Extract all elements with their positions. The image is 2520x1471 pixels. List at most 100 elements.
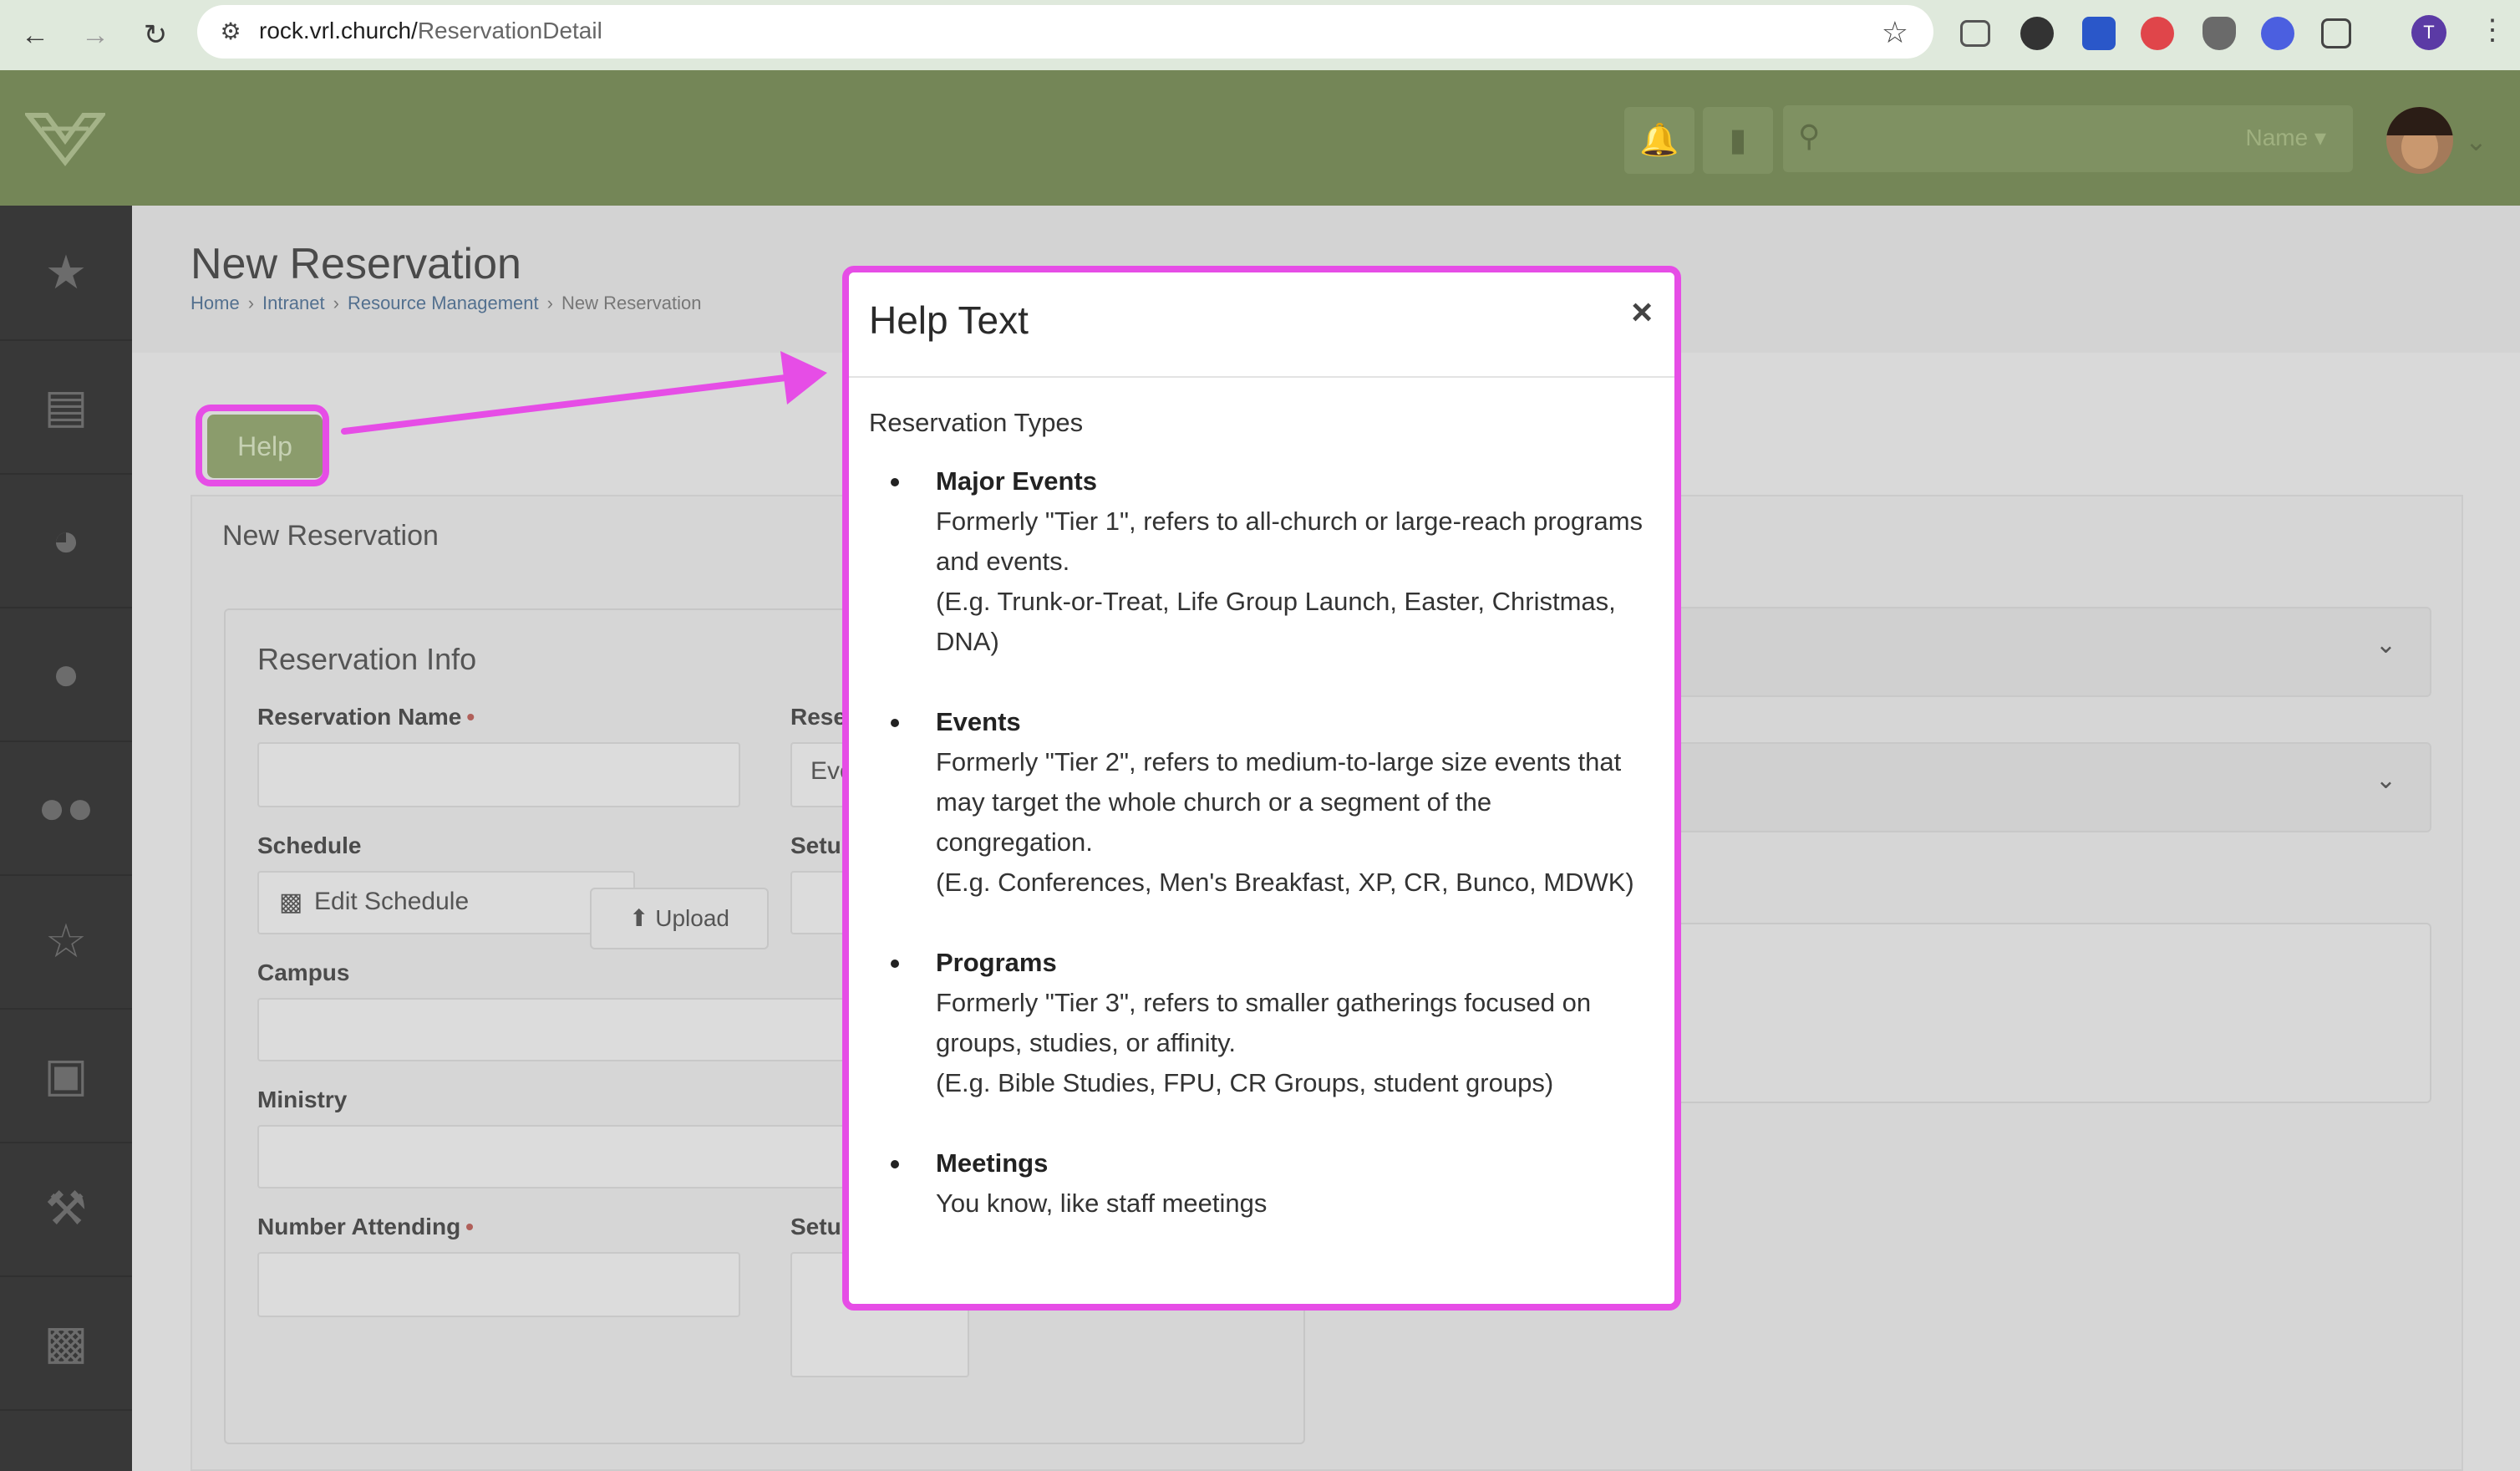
type-description: Formerly "Tier 1", refers to all-church … <box>936 506 1644 576</box>
number-attending-label: Number Attending • <box>257 1214 474 1240</box>
type-name: Programs <box>936 948 1057 977</box>
reload-icon[interactable]: ↻ <box>135 15 175 55</box>
breadcrumb-separator-icon: › <box>546 293 553 313</box>
extension-sidepanel-icon[interactable] <box>1960 20 1990 47</box>
reservation-types-list: Major Events Formerly "Tier 1", refers t… <box>869 461 1646 1264</box>
breadcrumb-resource-management[interactable]: Resource Management <box>348 293 539 313</box>
type-examples: (E.g. Trunk-or-Treat, Life Group Launch,… <box>936 587 1616 656</box>
reservation-name-label-text: Reservation Name <box>257 704 462 730</box>
sidebar-item-connections[interactable]: ☆ <box>0 874 132 1010</box>
universal-search[interactable]: ⚲ Name ▾ <box>1783 105 2353 172</box>
users-icon: ●● <box>38 781 94 833</box>
ministry-select[interactable] <box>257 1125 876 1189</box>
required-marker: • <box>465 1214 474 1239</box>
campus-select[interactable] <box>257 998 876 1061</box>
chevron-down-icon[interactable]: ⌄ <box>2465 125 2487 157</box>
url-text: rock.vrl.church/ReservationDetail <box>259 18 602 44</box>
url-host: rock.vrl.church/ <box>259 18 418 43</box>
url-path: ReservationDetail <box>417 18 602 43</box>
upload-icon: ⬆ <box>629 905 656 931</box>
campus-label: Campus <box>257 959 350 985</box>
sidebar-item-dashboard[interactable]: ◕ <box>0 473 132 608</box>
section-title: Reservation Info <box>257 642 477 676</box>
breadcrumb-separator-icon: › <box>333 293 339 313</box>
forward-icon[interactable]: → <box>75 15 115 55</box>
chevron-down-icon: ⌄ <box>2375 766 2396 794</box>
extension-ublock-icon[interactable] <box>2202 17 2236 50</box>
setup-photo-label: Setu <box>790 1214 841 1239</box>
browser-toolbar: ← → ↻ ⚙ rock.vrl.church/ReservationDetai… <box>0 0 2520 70</box>
sidebar-item-content[interactable]: ▤ <box>0 339 132 475</box>
chevron-down-icon: ⌄ <box>2375 631 2396 659</box>
back-icon[interactable]: ← <box>15 15 55 55</box>
help-button[interactable]: Help <box>207 415 323 478</box>
reservation-name-label: Reservation Name • <box>257 704 475 730</box>
reservation-name-input[interactable] <box>257 742 740 807</box>
type-description: Formerly "Tier 3", refers to smaller gat… <box>936 988 1592 1057</box>
number-attending-label-text: Number Attending <box>257 1214 461 1239</box>
sidebar-item-favorites[interactable]: ★ <box>0 206 132 341</box>
browser-menu-icon[interactable]: ⋮ <box>2478 13 2507 47</box>
edit-schedule-button[interactable]: ▩ Edit Schedule <box>257 871 635 934</box>
list-item: Programs Formerly "Tier 3", refers to sm… <box>891 943 1646 1103</box>
sidebar-item-finance[interactable]: ▣ <box>0 1008 132 1143</box>
breadcrumb-home[interactable]: Home <box>191 293 240 313</box>
list-item: Major Events Formerly "Tier 1", refers t… <box>891 461 1646 662</box>
type-description: You know, like staff meetings <box>936 1189 1268 1218</box>
extension-snowflake-icon[interactable] <box>2261 17 2294 50</box>
edit-schedule-label: Edit Schedule <box>314 888 470 915</box>
breadcrumb-intranet[interactable]: Intranet <box>262 293 325 313</box>
app-header: 🔔 ▮ ⚲ Name ▾ ⌄ <box>0 70 2520 206</box>
panel-title: New Reservation <box>222 520 439 552</box>
profile-avatar[interactable]: T <box>2411 15 2446 50</box>
extensions-puzzle-icon[interactable] <box>2321 18 2351 48</box>
breadcrumb-current: New Reservation <box>561 293 702 313</box>
money-icon: ▣ <box>43 1048 89 1101</box>
bell-icon: 🔔 <box>1639 123 1679 158</box>
extension-red-icon[interactable] <box>2141 17 2174 50</box>
church-logo-icon[interactable] <box>25 107 105 171</box>
upload-button[interactable]: ⬆ Upload <box>590 888 769 949</box>
gauge-icon: ◕ <box>52 513 80 566</box>
setup-label: Setu <box>790 832 841 858</box>
sidebar-item-people[interactable]: ● <box>0 607 132 742</box>
bookmarks-button[interactable]: ▮ <box>1703 107 1773 174</box>
address-bar[interactable]: ⚙ rock.vrl.church/ReservationDetail ☆ <box>197 5 1933 59</box>
search-icon: ⚲ <box>1798 119 1821 153</box>
extension-password-icon[interactable] <box>2020 17 2054 50</box>
search-scope-dropdown[interactable]: Name ▾ <box>2245 124 2326 151</box>
site-settings-icon[interactable]: ⚙ <box>216 17 246 47</box>
user-avatar[interactable] <box>2386 107 2453 174</box>
type-description: Formerly "Tier 2", refers to medium-to-l… <box>936 747 1622 857</box>
upload-label: Upload <box>655 905 729 931</box>
user-icon: ● <box>52 647 80 700</box>
book-icon: ▤ <box>43 379 89 432</box>
required-marker: • <box>466 704 475 730</box>
modal-title: Help Text <box>869 298 1029 342</box>
sidebar-item-groups[interactable]: ●● <box>0 741 132 876</box>
notifications-button[interactable]: 🔔 <box>1624 107 1694 174</box>
type-name: Major Events <box>936 466 1097 496</box>
star-icon: ★ <box>44 246 88 298</box>
modal-divider <box>849 376 1674 378</box>
calendar-icon: ▩ <box>279 888 303 916</box>
breadcrumb: Home › Intranet › Resource Management › New Re… <box>191 293 701 314</box>
close-icon[interactable]: × <box>1631 294 1653 331</box>
bookmark-star-icon[interactable]: ☆ <box>1882 15 1908 50</box>
ministry-label: Ministry <box>257 1087 348 1112</box>
sidebar: ★ ▤ ◕ ● ●● ☆ ▣ ⚒ ▩ <box>0 206 132 1471</box>
wrench-icon: ⚒ <box>44 1182 88 1234</box>
reservation-type-label: Rese <box>790 704 846 730</box>
type-name: Meetings <box>936 1148 1049 1178</box>
help-intro: Reservation Types <box>869 408 1084 437</box>
list-item: Meetings You know, like staff meetings <box>891 1143 1646 1224</box>
schedule-label: Schedule <box>257 832 362 858</box>
number-attending-input[interactable] <box>257 1252 740 1317</box>
breadcrumb-separator-icon: › <box>247 293 255 313</box>
type-examples: (E.g. Conferences, Men's Breakfast, XP, … <box>936 868 1634 897</box>
sidebar-item-tools[interactable]: ⚒ <box>0 1142 132 1277</box>
handshake-icon: ☆ <box>44 914 88 967</box>
help-text-modal: Help Text × Reservation Types Major Even… <box>849 272 1674 1304</box>
sidebar-item-admin[interactable]: ▩ <box>0 1275 132 1411</box>
extension-bitwarden-icon[interactable] <box>2082 17 2116 50</box>
